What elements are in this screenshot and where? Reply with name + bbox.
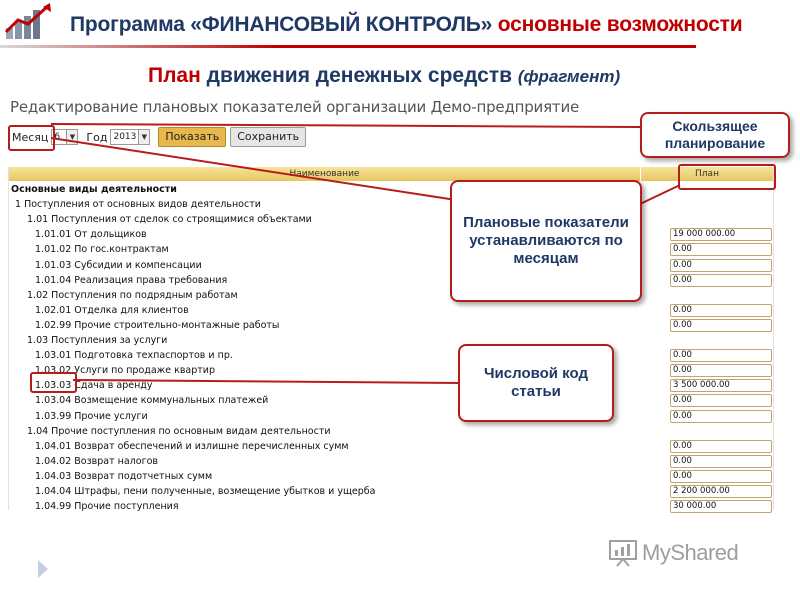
month-highlight: [8, 125, 55, 151]
callout-item-code: Числовой код статьи: [458, 344, 614, 422]
next-slide-arrow-icon[interactable]: [38, 560, 48, 578]
callout-connectors: [50, 123, 681, 384]
watermark-text: MyShared: [642, 540, 739, 565]
item-code-highlight: [30, 372, 77, 393]
callout-sliding-planning: Скользящее планирование: [640, 112, 790, 158]
watermark: MyShared: [608, 538, 739, 568]
callout-monthly-plans: Плановые показатели устанавливаются по м…: [450, 180, 642, 302]
plan-column-highlight: [678, 164, 776, 190]
presentation-icon: [609, 540, 637, 567]
